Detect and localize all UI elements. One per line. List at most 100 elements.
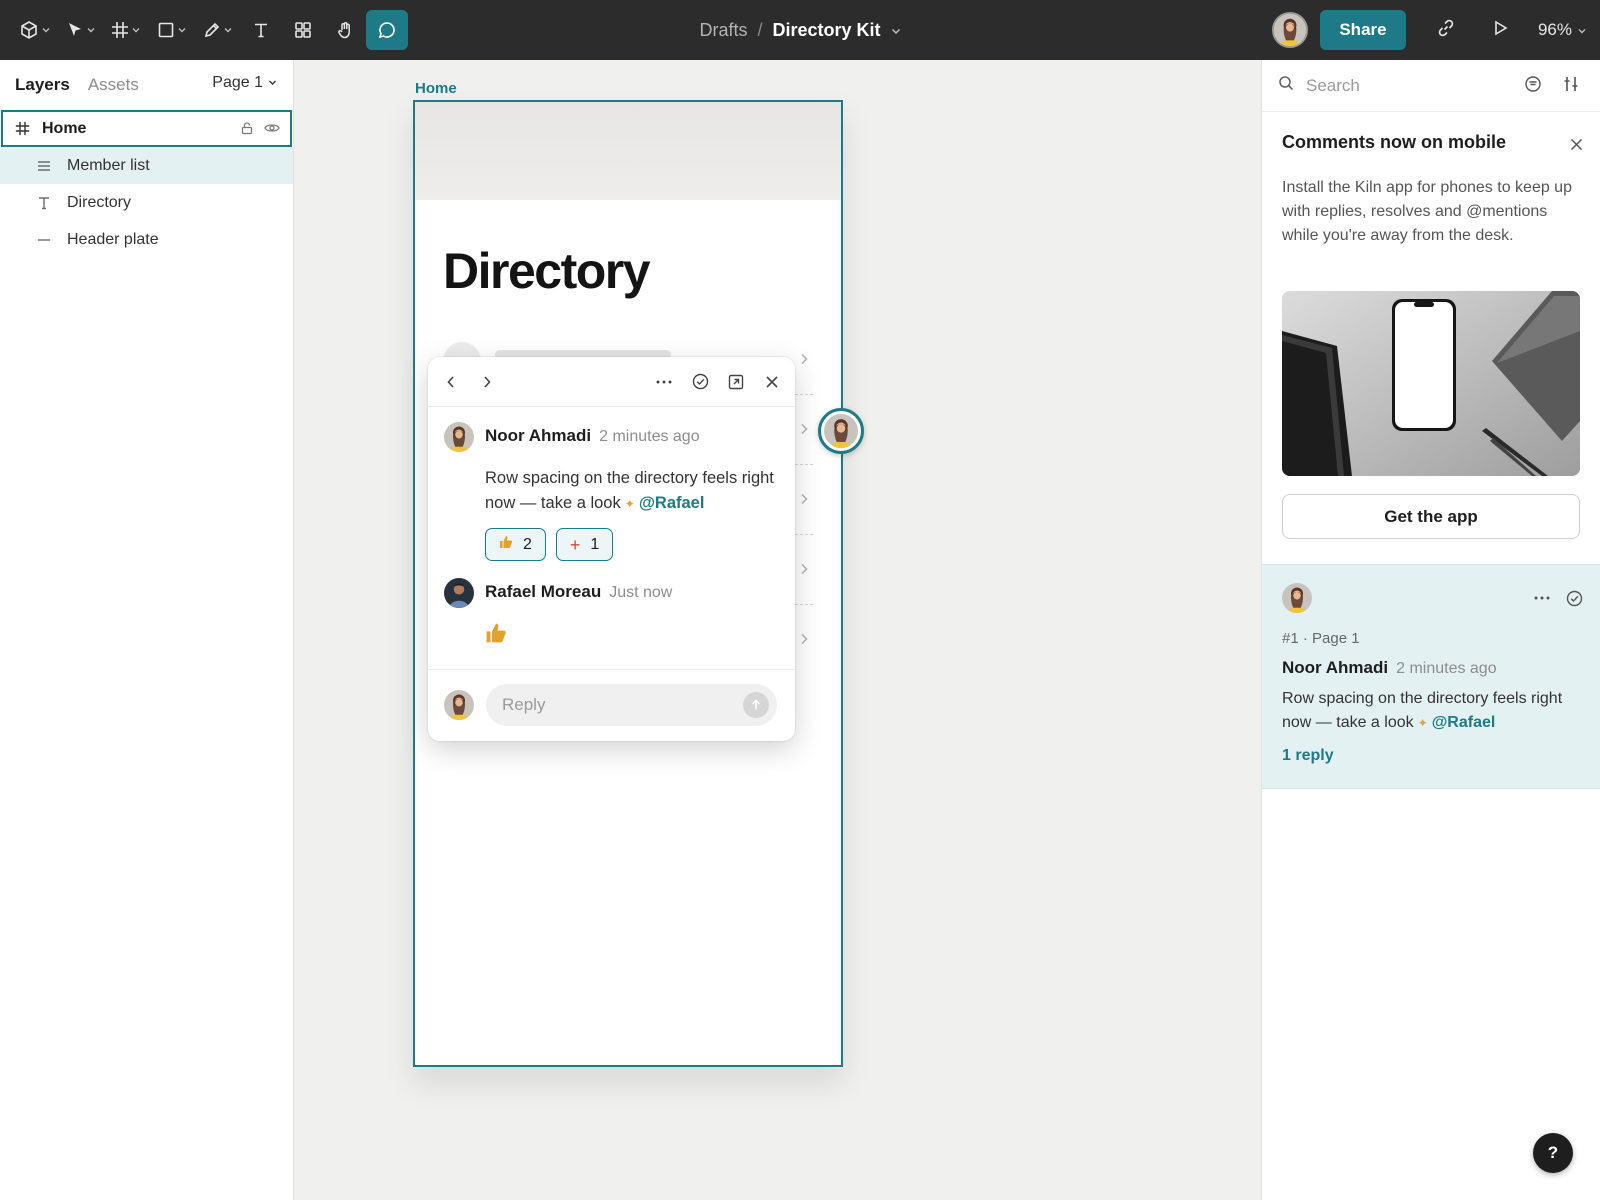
chevron-down-icon[interactable]: [891, 20, 901, 41]
filter-icon[interactable]: [1524, 75, 1542, 98]
tab-assets[interactable]: Assets: [88, 75, 139, 95]
move-tool-button[interactable]: [58, 10, 102, 50]
sparkle-icon: ✦: [1417, 716, 1428, 730]
frame-label[interactable]: Home: [415, 80, 457, 97]
chevron-down-icon: [42, 26, 50, 34]
share-button[interactable]: Share: [1319, 10, 1406, 50]
chevron-down-icon: [1572, 20, 1586, 40]
reply-input[interactable]: Reply: [486, 684, 777, 726]
list-icon: [36, 158, 52, 174]
main-menu-icon: [19, 20, 39, 40]
help-button[interactable]: ?: [1533, 1133, 1573, 1173]
play-icon: [1492, 20, 1508, 41]
unlock-icon[interactable]: [240, 121, 254, 140]
breadcrumb-drafts[interactable]: Drafts: [699, 20, 747, 41]
layer-label: Directory: [67, 193, 132, 211]
frame-icon: [14, 121, 30, 137]
frame-tool-icon: [111, 21, 129, 39]
avatar: [444, 422, 474, 452]
mobile-promo: Comments now on mobile Install the Kiln …: [1262, 112, 1600, 564]
layer-member-list[interactable]: Member list: [0, 147, 293, 184]
replies-link[interactable]: 1 reply: [1282, 747, 1334, 765]
settings-sliders-icon[interactable]: [1562, 75, 1580, 98]
link-icon: [1437, 19, 1455, 42]
chevron-right-icon[interactable]: [476, 371, 498, 393]
text-tool-button[interactable]: [240, 10, 282, 50]
chevron-right-icon: [800, 562, 809, 580]
chevron-right-icon: [800, 492, 809, 510]
send-icon[interactable]: [743, 692, 769, 718]
file-name[interactable]: Directory Kit: [773, 20, 881, 41]
search-input[interactable]: Search: [1306, 76, 1360, 96]
thumbs-up-icon: [485, 622, 507, 649]
mention[interactable]: @Rafael: [1432, 714, 1496, 731]
line-icon: [36, 232, 52, 248]
comment-body: Row spacing on the directory feels right…: [485, 466, 785, 517]
promo-title: Comments now on mobile: [1282, 132, 1507, 152]
tool-group: [10, 10, 408, 50]
move-tool-icon: [66, 21, 84, 39]
mention[interactable]: @Rafael: [639, 494, 705, 512]
hand-tool-button[interactable]: [324, 10, 366, 50]
phone-photo: [1282, 291, 1580, 476]
page-selector[interactable]: Page 1: [212, 74, 277, 92]
comment-tool-button[interactable]: [366, 10, 408, 50]
get-app-button[interactable]: Get the app: [1282, 494, 1580, 539]
copy-link-button[interactable]: [1430, 14, 1462, 46]
reactions: 2 + 1: [485, 528, 614, 561]
layer-home[interactable]: Home: [1, 110, 292, 147]
layer-directory[interactable]: Directory: [0, 184, 293, 221]
reaction-thumbs-up[interactable]: 2: [485, 528, 546, 561]
chevron-down-icon: [87, 26, 95, 34]
text-tool-icon: [252, 21, 270, 39]
layer-label: Header plate: [67, 230, 159, 248]
zoom-level: 96%: [1537, 20, 1572, 39]
close-icon[interactable]: [1570, 138, 1583, 156]
chevron-right-icon: [800, 352, 809, 370]
comment-popover: Noor Ahmadi 2 minutes ago Row spacing on …: [428, 357, 795, 741]
frame-tool-button[interactable]: [102, 10, 148, 50]
comment-time: 2 minutes ago: [1396, 660, 1497, 677]
avatar[interactable]: [1271, 12, 1308, 48]
text-icon: [36, 195, 52, 211]
chevron-down-icon: [224, 26, 232, 34]
reply-composer: Reply: [428, 669, 795, 741]
sparkle-icon: ✦: [624, 497, 635, 511]
page-selector-label: Page 1: [212, 74, 263, 91]
close-icon[interactable]: [761, 371, 783, 393]
chevron-down-icon: [263, 74, 277, 92]
more-icon[interactable]: [653, 371, 675, 393]
resolve-check-icon[interactable]: [1566, 590, 1583, 612]
chevron-left-icon[interactable]: [440, 371, 462, 393]
tab-layers[interactable]: Layers: [15, 75, 70, 95]
layers-panel: Layers Assets Page 1 Home Member list Di…: [0, 60, 294, 1200]
top-toolbar: Drafts / Directory Kit Share 96%: [0, 0, 1600, 60]
comment-thread-item[interactable]: #1 · Page 1 Noor Ahmadi 2 minutes ago Row…: [1262, 564, 1600, 789]
shape-tool-button[interactable]: [148, 10, 194, 50]
reaction-plus[interactable]: + 1: [555, 528, 614, 561]
comment-search[interactable]: Search: [1262, 60, 1600, 112]
layer-label: Home: [42, 119, 87, 137]
comment-pin[interactable]: [818, 408, 864, 454]
reaction-count: 1: [590, 535, 600, 553]
frame-title: Directory: [443, 243, 651, 299]
plus-icon: +: [569, 534, 581, 555]
components-button[interactable]: [282, 10, 324, 50]
breadcrumb-separator: /: [757, 19, 763, 40]
present-button[interactable]: [1484, 14, 1516, 46]
thread-author: Noor Ahmadi 2 minutes ago: [1282, 658, 1497, 678]
main-menu-button[interactable]: [10, 10, 58, 50]
eye-icon[interactable]: [264, 121, 280, 140]
author-name: Noor Ahmadi: [1282, 658, 1389, 677]
resolve-check-icon[interactable]: [689, 371, 711, 393]
chevron-down-icon: [178, 26, 186, 34]
layer-header-plate[interactable]: Header plate: [0, 221, 293, 258]
reaction-count: 2: [523, 535, 532, 553]
pen-tool-button[interactable]: [194, 10, 240, 50]
open-external-icon[interactable]: [725, 371, 747, 393]
author-name: Noor Ahmadi: [485, 426, 592, 445]
more-icon[interactable]: [1534, 590, 1550, 612]
zoom-menu[interactable]: 96%: [1538, 20, 1586, 40]
header-plate: [415, 102, 841, 200]
avatar: [444, 690, 474, 720]
